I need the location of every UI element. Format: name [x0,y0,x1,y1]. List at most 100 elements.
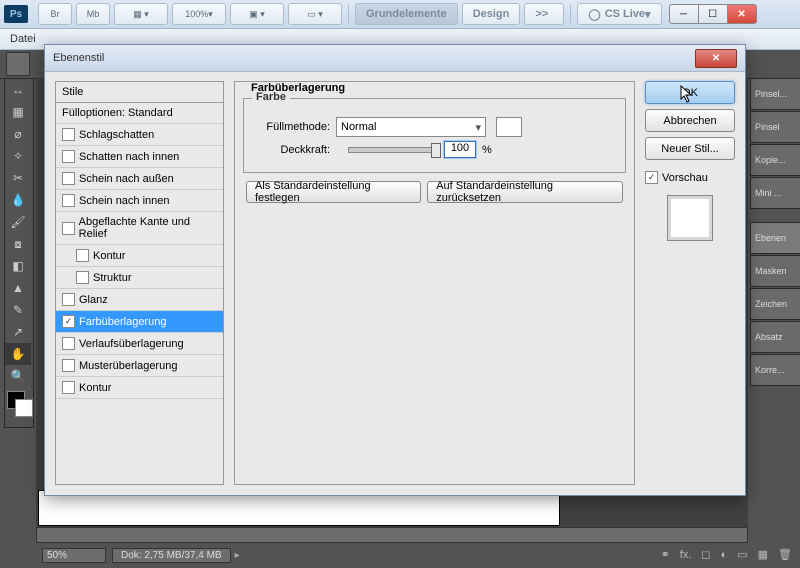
workspace-design[interactable]: Design [462,3,521,25]
marquee-tool[interactable]: ▦ [5,101,31,123]
style-item-4[interactable]: Schein nach innen [56,190,223,212]
slider-thumb[interactable] [431,143,441,158]
workspace-grundelemente[interactable]: Grundelemente [355,3,458,25]
brush-tool[interactable]: 🖌 [5,211,31,233]
style-checkbox[interactable] [76,249,89,262]
cslive-button[interactable]: ◯ CS Live ▾ [577,3,661,25]
horizontal-scrollbar[interactable] [36,527,748,543]
new-layer-icon[interactable]: ▦ [758,548,768,561]
app-logo: Ps [4,5,28,23]
panel-pinsel[interactable]: Pinsel [750,111,800,143]
trash-icon[interactable]: 🗑 [778,548,792,561]
eraser-tool[interactable]: ◧ [5,255,31,277]
style-label: Schein nach innen [79,195,170,207]
style-checkbox[interactable] [62,337,75,350]
style-label: Glanz [79,294,108,306]
style-label: Struktur [93,272,132,284]
deckkraft-input[interactable]: 100 [444,141,476,158]
maximize-button[interactable]: ☐ [698,4,728,24]
preview-checkbox[interactable]: ✓ [645,171,658,184]
style-item-0[interactable]: Fülloptionen: Standard [56,103,223,124]
status-zoom[interactable]: 50% [42,548,106,563]
deckkraft-slider[interactable] [348,147,440,153]
style-checkbox[interactable] [62,293,75,306]
hand-tool[interactable]: ✋ [5,343,31,365]
preview-checkbox-row[interactable]: ✓ Vorschau [645,171,735,184]
color-swatches[interactable] [5,387,33,427]
screen-mode-dropdown[interactable]: ▭ ▾ [288,3,342,25]
status-document-size[interactable]: Dok: 2,75 MB/37,4 MB [112,548,231,563]
style-checkbox[interactable] [62,150,75,163]
move-tool[interactable]: ↔ [5,79,31,101]
lasso-tool[interactable]: ⌀ [5,123,31,145]
crop-tool[interactable]: ✂ [5,167,31,189]
style-item-10[interactable]: Verlaufsüberlagerung [56,333,223,355]
style-item-6[interactable]: Kontur [56,245,223,267]
link-layers-icon[interactable]: ⚭ [661,548,670,561]
dialog-titlebar[interactable]: Ebenenstil ✕ [45,45,745,72]
new-style-button[interactable]: Neuer Stil... [645,137,735,160]
panel-absatz[interactable]: Absatz [750,321,800,353]
panel-mini[interactable]: Mini ... [750,177,800,209]
minibridge-button[interactable]: Mb [76,3,110,25]
style-checkbox[interactable] [62,381,75,394]
wand-tool[interactable]: ✧ [5,145,31,167]
style-item-11[interactable]: Musterüberlagerung [56,355,223,377]
style-checkbox[interactable] [62,128,75,141]
style-checkbox[interactable] [62,172,75,185]
minimize-button[interactable]: ─ [669,4,699,24]
style-item-8[interactable]: Glanz [56,289,223,311]
style-checkbox[interactable]: ✓ [62,315,75,328]
style-checkbox[interactable] [62,359,75,372]
make-default-button[interactable]: Als Standardeinstellung festlegen [246,181,421,203]
arrange-dropdown[interactable]: ▣ ▾ [230,3,284,25]
close-button[interactable]: ✕ [727,4,757,24]
style-item-5[interactable]: Abgeflachte Kante und Relief [56,212,223,245]
panel-zeichen[interactable]: Zeichen [750,288,800,320]
styles-list-header[interactable]: Stile [56,82,223,103]
style-checkbox[interactable] [62,194,75,207]
cancel-button[interactable]: Abbrechen [645,109,735,132]
dialog-close-button[interactable]: ✕ [695,49,737,68]
style-item-2[interactable]: Schatten nach innen [56,146,223,168]
fx-icon[interactable]: fx. [680,549,692,561]
panel-korre[interactable]: Korre... [750,354,800,386]
panel-ebenen[interactable]: Ebenen [750,222,800,254]
reset-default-button[interactable]: Auf Standardeinstellung zurücksetzen [427,181,623,203]
workspace-more[interactable]: >> [524,3,564,25]
background-color[interactable] [15,399,33,417]
menu-file[interactable]: Datei [10,33,36,45]
style-item-9[interactable]: ✓Farbüberlagerung [56,311,223,333]
style-label: Kontur [93,250,125,262]
mask-icon[interactable]: ◻ [701,548,710,561]
style-label: Verlaufsüberlagerung [79,338,184,350]
style-item-7[interactable]: Struktur [56,267,223,289]
folder-icon[interactable]: ▭ [737,548,747,561]
pen-tool[interactable]: ✎ [5,299,31,321]
path-tool[interactable]: ↗ [5,321,31,343]
style-item-12[interactable]: Kontur [56,377,223,399]
style-item-3[interactable]: Schein nach außen [56,168,223,190]
farbe-legend: Farbe [252,91,290,103]
bridge-button[interactable]: Br [38,3,72,25]
panel-dock: Pinsel... Pinsel Kopie... Mini ... Ebene… [750,78,800,387]
status-arrow-icon[interactable]: ▸ [235,550,240,561]
style-checkbox[interactable] [76,271,89,284]
adjustment-icon[interactable]: ◐ [721,549,728,561]
gradient-tool[interactable]: ▲ [5,277,31,299]
style-checkbox[interactable] [62,222,75,235]
panel-masken[interactable]: Masken [750,255,800,287]
separator [570,5,571,23]
eyedropper-tool[interactable]: 💧 [5,189,31,211]
panel-kopie[interactable]: Kopie... [750,144,800,176]
zoom-tool[interactable]: 🔍 [5,365,31,387]
ok-button[interactable]: OK [645,81,735,104]
fuellmethode-combo[interactable]: Normal [336,117,486,137]
zoom-dropdown[interactable]: 100% ▾ [172,3,226,25]
panel-pinsel-preset[interactable]: Pinsel... [750,78,800,110]
style-label: Schein nach außen [79,173,174,185]
color-swatch[interactable] [496,117,522,137]
style-item-1[interactable]: Schlagschatten [56,124,223,146]
view-extras-dropdown[interactable]: ▦ ▾ [114,3,168,25]
stamp-tool[interactable]: ⧇ [5,233,31,255]
